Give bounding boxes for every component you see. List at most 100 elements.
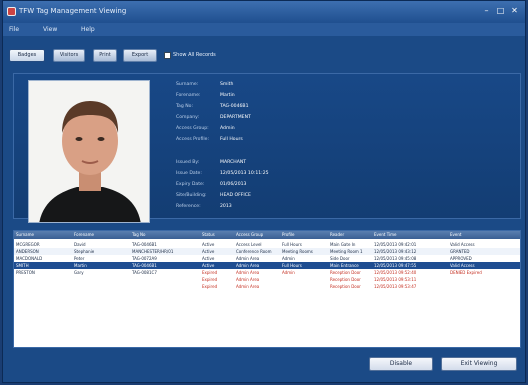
table-cell: Valid Access xyxy=(450,242,475,247)
exit-viewing-button[interactable]: Exit Viewing xyxy=(441,357,517,371)
table-cell: Admin Area xyxy=(236,284,260,289)
table-row-selected[interactable]: SMITH Martin TAG-0046B1 Active Admin Are… xyxy=(14,262,520,269)
print-button[interactable]: Print xyxy=(93,49,117,62)
table-cell: 12/05/2013 09:52:40 xyxy=(374,270,417,275)
table-cell: 12/05/2013 09:47:55 xyxy=(374,263,417,268)
table-row[interactable]: MCGREGOR David TAG-0046B1 Active Access … xyxy=(14,241,520,248)
column-header[interactable]: Surname xyxy=(16,232,34,237)
detail-label: Tag No: xyxy=(176,104,194,109)
table-cell: Admin Area xyxy=(236,256,260,261)
table-cell: APPROVED xyxy=(450,256,472,261)
detail-value: 01/06/2013 xyxy=(220,182,247,187)
table-cell: MACDONALD xyxy=(16,256,43,261)
person-photo-image xyxy=(29,81,149,222)
table-cell: Martin xyxy=(74,263,87,268)
column-header[interactable]: Event xyxy=(450,232,461,237)
maximize-button[interactable]: □ xyxy=(495,6,506,16)
export-button[interactable]: Export xyxy=(123,49,157,62)
person-photo xyxy=(28,80,150,223)
table-cell: Admin Area xyxy=(236,277,260,282)
show-all-checkbox[interactable] xyxy=(164,52,171,59)
menu-bar: File View Help xyxy=(3,23,525,36)
table-cell: Gary xyxy=(74,270,84,275)
table-cell: TAG-0072A9 xyxy=(132,256,157,261)
detail-label: Surname: xyxy=(176,82,199,87)
detail-value: DEPARTMENT xyxy=(220,115,251,120)
table-row[interactable]: MACDONALD Peter TAG-0072A9 Active Admin … xyxy=(14,255,520,262)
table-cell: Admin xyxy=(282,270,295,275)
table-cell: 12/05/2013 09:45:08 xyxy=(374,256,417,261)
detail-label: Issue Date: xyxy=(176,171,202,176)
table-cell: Peter xyxy=(74,256,85,261)
table-cell: Active xyxy=(202,263,215,268)
table-cell: David xyxy=(74,242,86,247)
column-header[interactable]: Access Group xyxy=(236,232,263,237)
table-cell: 12/05/2013 09:53:11 xyxy=(374,277,417,282)
disable-button[interactable]: Disable xyxy=(369,357,433,371)
table-cell: Reception Door xyxy=(330,277,361,282)
detail-value: MARCHANT xyxy=(220,160,247,165)
table-row[interactable]: PRESTON Gary TAG-0081C7 Expired Admin Ar… xyxy=(14,269,520,276)
detail-label: Access Profile: xyxy=(176,137,210,142)
table-cell: MANCHESTER/HR/01 xyxy=(132,249,174,254)
table-cell: 12/05/2013 09:42:01 xyxy=(374,242,417,247)
table-cell: Expired xyxy=(202,284,218,289)
column-header[interactable]: Profile xyxy=(282,232,294,237)
column-header[interactable]: Forename xyxy=(74,232,94,237)
detail-value: 2013 xyxy=(220,204,232,209)
column-header[interactable]: Status xyxy=(202,232,215,237)
table-cell: Admin Area xyxy=(236,270,260,275)
table-cell: Main Entrance xyxy=(330,263,359,268)
detail-value: TAG-0046B1 xyxy=(220,104,249,109)
column-header[interactable]: Tag No xyxy=(132,232,145,237)
table-cell: MCGREGOR xyxy=(16,242,40,247)
table-cell: Valid Access xyxy=(450,263,475,268)
visitors-button[interactable]: Visitors xyxy=(53,49,85,62)
menu-view[interactable]: View xyxy=(43,26,57,33)
detail-value: Martin xyxy=(220,93,235,98)
close-button[interactable]: ✕ xyxy=(509,6,520,16)
table-cell: ANDERSON xyxy=(16,249,39,254)
title-bar: TFW Tag Management Viewing – □ ✕ xyxy=(3,1,525,23)
show-all-label: Show All Records xyxy=(173,52,216,58)
menu-help[interactable]: Help xyxy=(81,26,95,33)
table-row[interactable]: ANDERSON Stephanie MANCHESTER/HR/01 Acti… xyxy=(14,248,520,255)
minimize-button[interactable]: – xyxy=(481,6,492,16)
column-header[interactable]: Event Time xyxy=(374,232,397,237)
table-cell: PRESTON xyxy=(16,270,35,275)
table-cell: 12/05/2013 09:43:12 xyxy=(374,249,417,254)
detail-value: Admin xyxy=(220,126,235,131)
table-cell: Reception Door xyxy=(330,270,361,275)
detail-label: Site/Building: xyxy=(176,193,207,198)
app-window: TFW Tag Management Viewing – □ ✕ File Vi… xyxy=(2,0,526,383)
table-cell: Reception Door xyxy=(330,284,361,289)
table-cell: Active xyxy=(202,256,215,261)
table-row[interactable]: Expired Admin Area Reception Door 12/05/… xyxy=(14,283,520,290)
table-cell: TAG-0046B1 xyxy=(132,263,157,268)
table-row[interactable]: Expired Admin Area Reception Door 12/05/… xyxy=(14,276,520,283)
table-cell: Expired xyxy=(202,277,218,282)
table-cell: Main Gate In xyxy=(330,242,356,247)
table-cell: Active xyxy=(202,242,215,247)
table-cell: Active xyxy=(202,249,215,254)
detail-label: Expiry Date: xyxy=(176,182,205,187)
badges-button[interactable]: Badges xyxy=(9,49,45,62)
events-table[interactable]: Surname Forename Tag No Status Access Gr… xyxy=(13,230,521,348)
column-header[interactable]: Reader xyxy=(330,232,344,237)
table-cell: Conference Room xyxy=(236,249,272,254)
table-header: Surname Forename Tag No Status Access Gr… xyxy=(14,231,520,239)
badge-details-panel: Surname: Smith Forename: Martin Tag No: … xyxy=(13,73,521,223)
detail-label: Issued By: xyxy=(176,160,200,165)
app-icon xyxy=(7,7,16,16)
detail-label: Forename: xyxy=(176,93,201,98)
menu-file[interactable]: File xyxy=(9,26,19,33)
table-cell: GRANTED xyxy=(450,249,470,254)
table-cell: TAG-0081C7 xyxy=(132,270,157,275)
table-cell: 12/05/2013 09:53:47 xyxy=(374,284,417,289)
detail-value: Smith xyxy=(220,82,234,87)
table-cell: Expired xyxy=(202,270,218,275)
table-cell: Meeting Rooms xyxy=(282,249,313,254)
table-cell: Access Level xyxy=(236,242,262,247)
detail-label: Access Group: xyxy=(176,126,209,131)
detail-value: 12/05/2013 10:11:25 xyxy=(220,171,269,176)
